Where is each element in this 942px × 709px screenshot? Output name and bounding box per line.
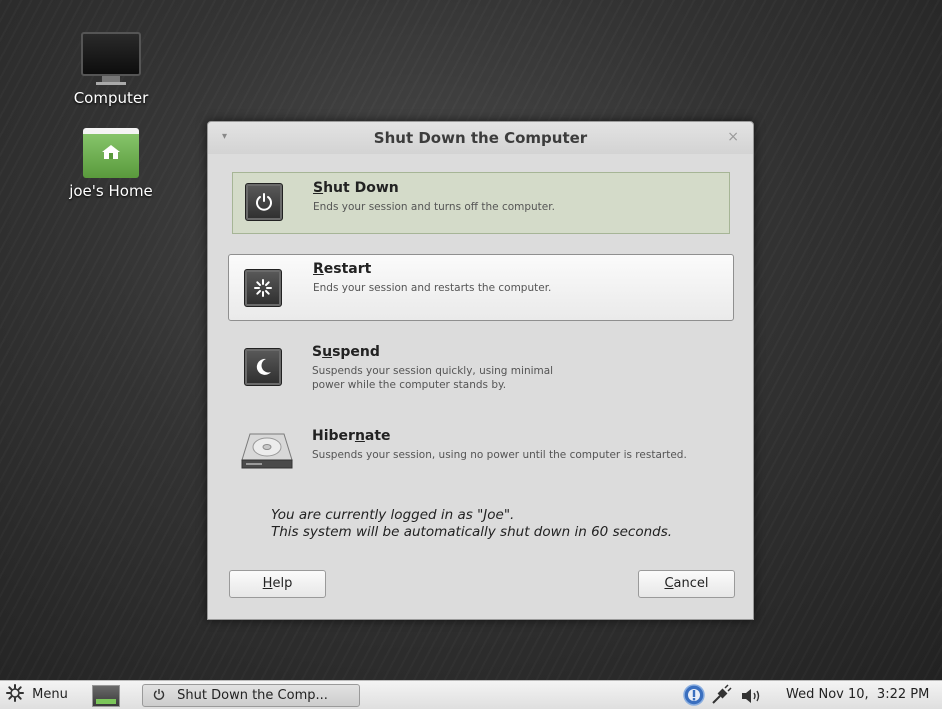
- desktop-icon-home[interactable]: joe's Home: [56, 128, 166, 200]
- option-description: Ends your session and turns off the comp…: [313, 201, 555, 213]
- option-title: Hibernate: [312, 428, 391, 444]
- taskbar-window-label: Shut Down the Comp...: [177, 688, 328, 703]
- option-description-line: Suspends your session quickly, using min…: [312, 365, 554, 377]
- monitor-icon: [56, 32, 166, 85]
- shutdown-dialog: ▾ Shut Down the Computer × Shut Down End…: [207, 121, 754, 620]
- power-icon: [245, 183, 283, 221]
- hibernate-option[interactable]: Hibernate Suspends your session, using n…: [232, 424, 730, 484]
- suspend-option[interactable]: Suspend Suspends your session quickly, u…: [232, 344, 730, 406]
- option-description: Suspends your session quickly, using min…: [312, 364, 732, 392]
- menu-button[interactable]: Menu: [6, 681, 68, 709]
- taskbar: Menu Shut Down the Comp... Wed Nov 10, 3…: [0, 680, 942, 709]
- gear-icon: [6, 684, 24, 702]
- cancel-button[interactable]: Cancel: [638, 570, 735, 598]
- shield-update-icon[interactable]: [683, 684, 705, 706]
- menu-label: Menu: [32, 687, 68, 702]
- show-desktop-icon[interactable]: [92, 685, 120, 707]
- countdown-message: This system will be automatically shut d…: [271, 524, 673, 540]
- option-description: Ends your session and restarts the compu…: [313, 282, 552, 294]
- desktop-icon-computer[interactable]: Computer: [56, 32, 166, 107]
- option-description-line: power while the computer stands by.: [312, 379, 507, 391]
- desktop-icon-label: Computer: [73, 89, 149, 107]
- option-title: Restart: [313, 261, 372, 277]
- option-description: Suspends your session, using no power un…: [312, 449, 687, 461]
- home-folder-icon: [83, 128, 139, 178]
- dialog-titlebar[interactable]: ▾ Shut Down the Computer ×: [208, 122, 753, 154]
- hard-disk-icon: [241, 433, 293, 469]
- logged-in-message: You are currently logged in as "Joe".: [271, 507, 515, 523]
- session-message: You are currently logged in as "Joe". Th…: [271, 507, 672, 541]
- option-title: Suspend: [312, 344, 380, 360]
- close-icon[interactable]: ×: [727, 129, 739, 145]
- volume-icon[interactable]: [740, 687, 762, 705]
- dialog-title: Shut Down the Computer: [373, 129, 588, 147]
- taskbar-window-button[interactable]: Shut Down the Comp...: [142, 684, 360, 707]
- clock[interactable]: Wed Nov 10, 3:22 PM: [786, 681, 929, 709]
- power-icon: [153, 689, 165, 700]
- desktop-icon-label: joe's Home: [69, 182, 153, 200]
- network-plug-icon[interactable]: [710, 684, 732, 706]
- suspend-moon-icon: [244, 348, 282, 386]
- shut-down-option[interactable]: Shut Down Ends your session and turns of…: [232, 172, 730, 234]
- option-title: Shut Down: [313, 180, 399, 196]
- restart-icon: [244, 269, 282, 307]
- help-button[interactable]: Help: [229, 570, 326, 598]
- restart-option[interactable]: Restart Ends your session and restarts t…: [228, 254, 734, 321]
